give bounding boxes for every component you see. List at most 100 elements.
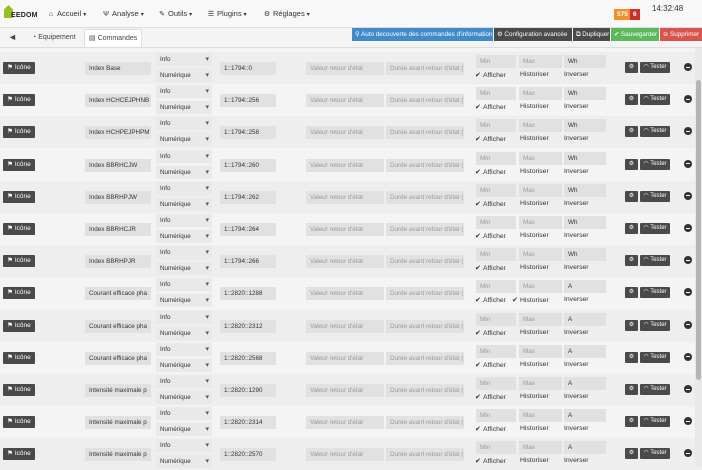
arrow-left-icon[interactable]: ◄ bbox=[4, 29, 21, 46]
command-name-input[interactable]: Index BBRHPJR bbox=[85, 255, 151, 269]
min-input[interactable]: Min bbox=[476, 183, 516, 197]
min-input[interactable]: Min bbox=[476, 377, 516, 390]
alerts-badge[interactable]: 6 bbox=[630, 9, 640, 20]
choose-icon-button[interactable]: ⚑ Icône bbox=[3, 255, 35, 268]
command-name-input[interactable]: Index BBRHCJW bbox=[85, 158, 151, 172]
unit-input[interactable]: Wh bbox=[564, 183, 606, 197]
min-input[interactable]: Min bbox=[476, 151, 516, 165]
max-input[interactable]: Max bbox=[519, 344, 562, 358]
state-delay-input[interactable]: Durée avant retour d'état ( bbox=[386, 223, 464, 236]
remove-command-icon[interactable] bbox=[684, 320, 692, 329]
state-delay-input[interactable]: Durée avant retour d'état ( bbox=[386, 94, 464, 108]
test-command-button[interactable]: ◠ Tester bbox=[640, 351, 670, 363]
max-input[interactable]: Max bbox=[519, 377, 562, 390]
historize-checkbox[interactable]: Historiser bbox=[512, 329, 549, 336]
state-delay-input[interactable]: Durée avant retour d'état ( bbox=[386, 62, 464, 75]
invert-checkbox[interactable]: Inverser bbox=[556, 168, 589, 175]
configure-command-button[interactable]: ⚙ bbox=[625, 384, 638, 395]
max-input[interactable]: Max bbox=[519, 87, 562, 101]
historize-checkbox[interactable]: Historiser bbox=[512, 393, 549, 400]
configure-command-button[interactable]: ⚙ bbox=[625, 287, 638, 299]
invert-checkbox[interactable]: Inverser bbox=[556, 329, 589, 336]
min-input[interactable]: Min bbox=[476, 216, 516, 229]
subtype-select[interactable]: Numérique bbox=[156, 294, 212, 308]
choose-icon-button[interactable]: ⚑ Icône bbox=[3, 287, 35, 300]
command-name-input[interactable]: Index Base bbox=[85, 62, 151, 75]
logical-id-input[interactable]: 1::2820::1290 bbox=[220, 384, 276, 397]
state-delay-input[interactable]: Durée avant retour d'état ( bbox=[386, 190, 464, 204]
historize-checkbox[interactable]: Historiser bbox=[512, 457, 549, 464]
max-input[interactable]: Max bbox=[519, 409, 562, 423]
show-checkbox[interactable]: ✔ Afficher bbox=[475, 361, 506, 369]
max-input[interactable]: Max bbox=[519, 216, 562, 229]
invert-checkbox[interactable]: Inverser bbox=[556, 361, 589, 368]
test-command-button[interactable]: ◠ Tester bbox=[640, 319, 670, 331]
show-checkbox[interactable]: ✔ Afficher bbox=[475, 264, 506, 272]
min-input[interactable]: Min bbox=[476, 312, 516, 326]
show-checkbox[interactable]: ✔ Afficher bbox=[475, 457, 506, 465]
subtype-select[interactable]: Numérique bbox=[156, 423, 212, 437]
subtype-select[interactable]: Numérique bbox=[156, 197, 212, 211]
remove-command-icon[interactable] bbox=[684, 288, 692, 297]
invert-checkbox[interactable]: Inverser bbox=[556, 425, 589, 432]
remove-command-icon[interactable] bbox=[684, 385, 692, 393]
state-return-input[interactable]: Valeur retour d'état bbox=[306, 190, 384, 204]
state-delay-input[interactable]: Durée avant retour d'état ( bbox=[386, 255, 464, 269]
show-checkbox[interactable]: ✔ Afficher bbox=[475, 296, 506, 304]
subtype-select[interactable]: Numérique bbox=[156, 133, 212, 147]
configure-command-button[interactable]: ⚙ bbox=[625, 126, 638, 138]
invert-checkbox[interactable]: Inverser bbox=[556, 200, 589, 207]
min-input[interactable]: Min bbox=[476, 87, 516, 101]
show-checkbox[interactable]: ✔ Afficher bbox=[475, 135, 506, 143]
menu-analyse[interactable]: Ψ Analyse ▾ bbox=[102, 9, 144, 18]
type-select[interactable]: Info bbox=[156, 375, 212, 388]
logical-id-input[interactable]: 1::2820::2314 bbox=[220, 416, 276, 430]
auto-discover-button[interactable]: ⚲ Auto decouverte des commandes d'inform… bbox=[352, 28, 493, 41]
test-command-button[interactable]: ◠ Tester bbox=[640, 62, 670, 73]
remove-command-icon[interactable] bbox=[684, 417, 692, 426]
invert-checkbox[interactable]: Inverser bbox=[556, 71, 589, 78]
show-checkbox[interactable]: ✔ Afficher bbox=[475, 393, 506, 401]
configure-command-button[interactable]: ⚙ bbox=[625, 255, 638, 267]
remove-command-icon[interactable] bbox=[684, 63, 692, 71]
logical-id-input[interactable]: 1::1794::258 bbox=[220, 126, 276, 140]
configure-command-button[interactable]: ⚙ bbox=[625, 190, 638, 202]
test-command-button[interactable]: ◠ Tester bbox=[640, 448, 670, 460]
test-command-button[interactable]: ◠ Tester bbox=[640, 126, 670, 138]
historize-checkbox[interactable]: Historiser bbox=[512, 425, 549, 432]
test-command-button[interactable]: ◠ Tester bbox=[640, 255, 670, 267]
invert-checkbox[interactable]: Inverser bbox=[556, 232, 589, 239]
subtype-select[interactable]: Numérique bbox=[156, 101, 212, 115]
type-select[interactable]: Info bbox=[156, 53, 212, 66]
save-button[interactable]: ✔ Sauvegarder bbox=[611, 28, 659, 41]
historize-checkbox[interactable]: Historiser bbox=[512, 361, 549, 368]
configure-command-button[interactable]: ⚙ bbox=[625, 62, 638, 73]
remove-command-icon[interactable] bbox=[684, 352, 692, 361]
configure-command-button[interactable]: ⚙ bbox=[625, 319, 638, 331]
invert-checkbox[interactable]: Inverser bbox=[556, 457, 589, 464]
max-input[interactable]: Max bbox=[519, 441, 562, 455]
configure-command-button[interactable]: ⚙ bbox=[625, 416, 638, 428]
unit-input[interactable]: Wh bbox=[564, 248, 606, 262]
show-checkbox[interactable]: ✔ Afficher bbox=[475, 200, 506, 208]
invert-checkbox[interactable]: Inverser bbox=[556, 135, 589, 142]
remove-command-icon[interactable] bbox=[684, 191, 692, 200]
max-input[interactable]: Max bbox=[519, 312, 562, 326]
unit-input[interactable]: Wh bbox=[564, 87, 606, 101]
choose-icon-button[interactable]: ⚑ Icône bbox=[3, 384, 35, 396]
test-command-button[interactable]: ◠ Tester bbox=[640, 416, 670, 428]
state-delay-input[interactable]: Durée avant retour d'état ( bbox=[386, 287, 464, 301]
test-command-button[interactable]: ◠ Tester bbox=[640, 158, 670, 170]
choose-icon-button[interactable]: ⚑ Icône bbox=[3, 62, 35, 74]
invert-checkbox[interactable]: Inverser bbox=[556, 393, 589, 400]
state-return-input[interactable]: Valeur retour d'état bbox=[306, 126, 384, 140]
show-checkbox[interactable]: ✔ Afficher bbox=[475, 71, 506, 79]
command-name-input[interactable]: Index BBRHCJR bbox=[85, 223, 151, 236]
subtype-select[interactable]: Numérique bbox=[156, 358, 212, 372]
choose-icon-button[interactable]: ⚑ Icône bbox=[3, 448, 35, 461]
command-name-input[interactable]: Courant efficace pha bbox=[85, 319, 151, 333]
command-name-input[interactable]: Index HCHPEJPHPM bbox=[85, 126, 151, 140]
min-input[interactable]: Min bbox=[476, 441, 516, 455]
min-input[interactable]: Min bbox=[476, 280, 516, 294]
command-name-input[interactable]: Index HCHCEJPHNB bbox=[85, 94, 151, 108]
